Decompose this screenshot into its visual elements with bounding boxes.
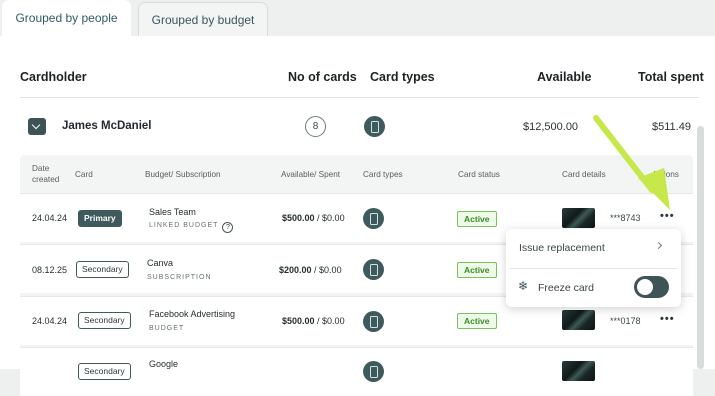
budget-type: BUDGET [149,325,185,332]
card-type-icon [363,311,384,332]
tab-grouped-by-budget[interactable]: Grouped by budget [138,2,268,36]
card-thumbnail [562,361,595,381]
header-divider [20,97,699,98]
chevron-right-icon [654,241,663,250]
card-thumbnail [562,310,595,330]
subheader-card: Card [75,170,93,179]
budget-name: Google [149,359,179,369]
issue-replacement-item[interactable]: Issue replacement [519,242,605,254]
subheader-available-spent: Available/ Spent [281,170,341,179]
more-actions-icon[interactable]: ••• [660,313,675,325]
card-role-badge: Secondary [78,312,131,329]
cardholder-name: James McDaniel [62,120,152,132]
help-icon[interactable]: ? [222,222,234,233]
budget-type: SUBSCRIPTION [147,274,212,281]
card-actions-menu: Issue replacement ❄ Freeze card [506,229,681,307]
freeze-card-label: Freeze card [538,282,595,294]
row-date: 08.12.25 [32,265,68,275]
annotation-arrow-icon [593,115,670,210]
tab-bar: Grouped by people Grouped by budget [0,0,715,37]
card-type-icon [363,208,384,229]
card-role-badge: Secondary [78,363,131,380]
budget-name: Canva [147,258,174,268]
available-spent: $500.00 / $0.00 [282,316,345,326]
row-date: 24.04.24 [32,316,68,326]
budget-name: Facebook Advertising [149,309,236,319]
header-cardholder: Cardholder [20,70,87,84]
card-number: ***0178 [610,316,641,326]
subheader-card-status: Card status [458,170,500,179]
card-role-badge: Secondary [76,261,129,278]
scrollbar[interactable] [697,126,704,369]
menu-divider [510,268,677,269]
header-no-of-cards: No of cards [288,70,357,84]
card-type-icon [364,116,385,137]
tab-grouped-by-people[interactable]: Grouped by people [2,0,131,37]
row-date: 24.04.24 [32,213,68,223]
cardholder-available: $12,500.00 [523,121,579,133]
status-badge: Active [457,262,497,278]
available-spent: $200.00 / $0.00 [279,265,342,275]
subheader-budget-subscription: Budget/ Subscription [145,170,221,179]
card-count-badge: 8 [305,116,326,137]
status-badge: Active [457,313,497,329]
header-available: Available [537,70,592,84]
card-type-icon [363,361,384,382]
expand-row-button[interactable] [28,118,46,135]
header-total-spent: Total spent [638,70,704,84]
card-type-icon [363,259,384,280]
subheader-card-types: Card types [363,170,403,179]
budget-type: LINKED BUDGET? [149,222,234,233]
status-badge: Active [457,211,497,227]
budget-name: Sales Team [149,207,196,217]
header-card-types: Card types [370,70,435,84]
snowflake-icon: ❄ [518,279,529,293]
freeze-card-toggle[interactable] [634,276,669,298]
card-role-badge: Primary [78,210,122,227]
subheader-date-created: Date created [32,164,60,184]
available-spent: $500.00 / $0.00 [282,213,345,223]
